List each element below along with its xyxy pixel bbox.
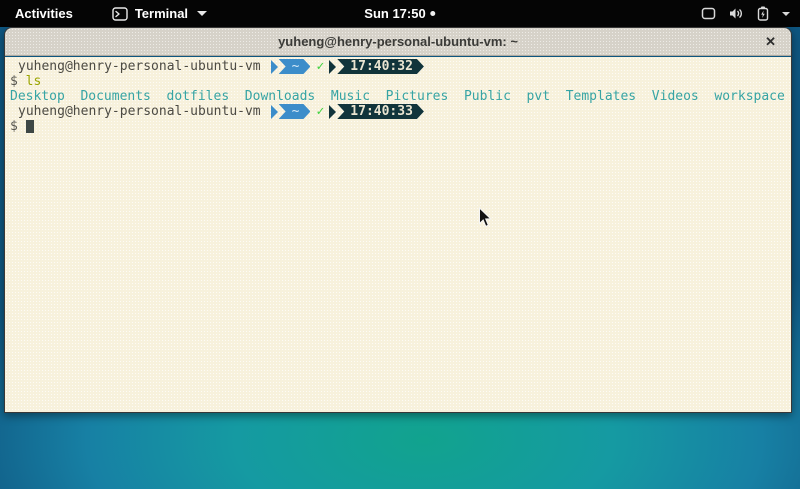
prompt-user: yuheng@henry-personal-ubuntu-vm xyxy=(18,104,261,119)
powerline-arrow-icon xyxy=(271,105,278,119)
powerline-arrow-icon xyxy=(329,105,336,119)
prompt-symbol: $ xyxy=(10,74,18,89)
powerline-time-segment: 17:40:32 xyxy=(329,59,424,74)
prompt-line-1: yuheng@henry-personal-ubuntu-vm ~ ✓ 17:4… xyxy=(10,59,791,74)
app-menu-terminal[interactable]: Terminal xyxy=(112,6,207,21)
prompt-time: 17:40:32 xyxy=(337,59,424,74)
prompt-symbol: $ xyxy=(10,119,18,134)
ls-output: Desktop Documents dotfiles Downloads Mus… xyxy=(10,89,791,104)
clock-menu[interactable]: Sun 17:50 xyxy=(364,6,435,21)
powerline-arrow-icon xyxy=(271,60,278,74)
window-titlebar[interactable]: yuheng@henry-personal-ubuntu-vm: ~ ✕ xyxy=(5,28,791,56)
powerline-arrow-icon xyxy=(329,60,336,74)
battery-charging-icon xyxy=(757,6,769,21)
screen-icon xyxy=(701,7,716,20)
top-bar: Activities Terminal Sun 17:50 xyxy=(0,0,800,27)
chevron-down-icon xyxy=(782,12,790,16)
clock-label: Sun 17:50 xyxy=(364,6,425,21)
terminal-window: yuheng@henry-personal-ubuntu-vm: ~ ✕ yuh… xyxy=(4,27,792,413)
prompt-path: ~ xyxy=(279,59,311,74)
powerline-path-segment: ~ xyxy=(271,59,311,74)
system-status-menu[interactable] xyxy=(701,6,790,21)
powerline-time-segment: 17:40:33 xyxy=(329,104,424,119)
prompt-path: ~ xyxy=(279,104,311,119)
command-text: ls xyxy=(26,74,42,89)
app-menu-label: Terminal xyxy=(135,6,188,21)
activities-button[interactable]: Activities xyxy=(10,4,78,23)
terminal-content[interactable]: yuheng@henry-personal-ubuntu-vm ~ ✓ 17:4… xyxy=(5,57,791,412)
volume-icon xyxy=(729,7,744,20)
command-line: $ ls xyxy=(10,74,791,89)
notification-dot-icon xyxy=(431,11,436,16)
terminal-cursor xyxy=(26,120,34,133)
terminal-app-icon xyxy=(112,7,128,21)
window-title: yuheng@henry-personal-ubuntu-vm: ~ xyxy=(278,34,518,49)
status-check-icon: ✓ xyxy=(316,59,324,74)
chevron-down-icon xyxy=(197,11,207,16)
close-button[interactable]: ✕ xyxy=(758,28,783,55)
status-check-icon: ✓ xyxy=(316,104,324,119)
input-line[interactable]: $ xyxy=(10,119,791,134)
prompt-user: yuheng@henry-personal-ubuntu-vm xyxy=(18,59,261,74)
prompt-time: 17:40:33 xyxy=(337,104,424,119)
powerline-path-segment: ~ xyxy=(271,104,311,119)
prompt-line-2: yuheng@henry-personal-ubuntu-vm ~ ✓ 17:4… xyxy=(10,104,791,119)
